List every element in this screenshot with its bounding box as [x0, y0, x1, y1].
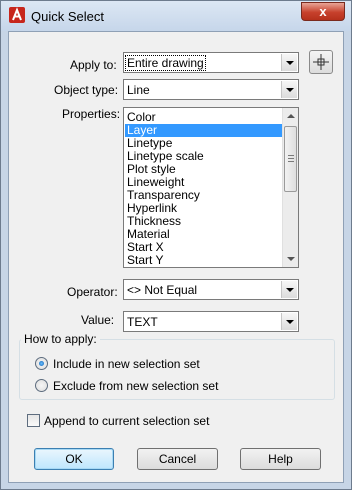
operator-value: <> Not Equal: [127, 283, 198, 297]
chevron-down-icon[interactable]: [281, 281, 297, 298]
properties-list[interactable]: Color Layer Linetype Linetype scale Plot…: [123, 107, 299, 268]
scroll-down-arrow-icon[interactable]: [283, 251, 298, 267]
value-value: TEXT: [127, 315, 158, 329]
value-label: Value:: [81, 313, 115, 327]
exclude-radio[interactable]: [35, 379, 48, 392]
apply-to-label: Apply to:: [70, 58, 117, 72]
chevron-down-icon[interactable]: [281, 54, 297, 71]
chevron-down-icon[interactable]: [281, 81, 297, 98]
append-checkbox[interactable]: [27, 414, 40, 427]
ok-button[interactable]: OK: [34, 448, 114, 470]
apply-to-value: Entire drawing: [125, 55, 206, 71]
title-bar[interactable]: Quick Select x: [1, 1, 351, 31]
scroll-up-arrow-icon[interactable]: [283, 108, 298, 124]
scrollbar-thumb[interactable]: [284, 126, 297, 192]
operator-dropdown[interactable]: <> Not Equal: [123, 279, 299, 300]
exclude-label[interactable]: Exclude from new selection set: [53, 379, 218, 393]
object-type-label: Object type:: [54, 83, 119, 97]
list-item[interactable]: Start Y: [125, 254, 282, 267]
operator-label: Operator:: [67, 285, 118, 299]
autocad-a-icon: [9, 7, 25, 23]
properties-label: Properties:: [62, 107, 121, 121]
value-dropdown[interactable]: TEXT: [123, 311, 299, 332]
how-to-apply-title: How to apply:: [21, 332, 100, 346]
quick-select-dialog: Quick Select x Apply to: Entire drawing …: [0, 0, 352, 490]
window-title: Quick Select: [31, 9, 104, 24]
apply-to-dropdown[interactable]: Entire drawing: [123, 52, 299, 73]
object-type-dropdown[interactable]: Line: [123, 79, 299, 100]
chevron-down-icon[interactable]: [281, 313, 297, 330]
select-objects-button[interactable]: [309, 50, 333, 74]
object-type-value: Line: [127, 83, 150, 97]
help-button[interactable]: Help: [240, 448, 321, 470]
close-icon: x: [319, 4, 327, 19]
cancel-button[interactable]: Cancel: [137, 448, 218, 470]
properties-scrollbar[interactable]: [282, 108, 298, 267]
include-radio[interactable]: [35, 357, 48, 370]
include-label[interactable]: Include in new selection set: [53, 357, 200, 371]
select-objects-crosshair-icon: [313, 54, 329, 70]
close-button[interactable]: x: [301, 2, 345, 21]
dialog-body: Apply to: Entire drawing Object type: Li…: [8, 31, 344, 483]
append-label[interactable]: Append to current selection set: [44, 414, 209, 428]
